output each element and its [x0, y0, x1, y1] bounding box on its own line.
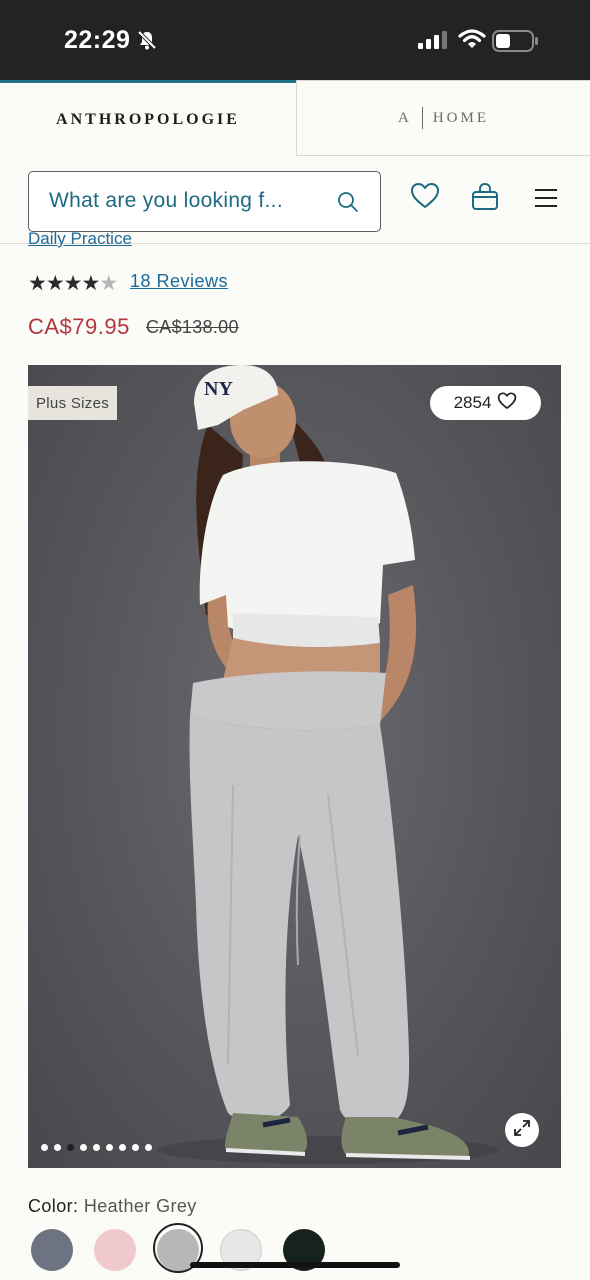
heart-icon — [497, 391, 517, 415]
color-label: Color: Heather Grey — [28, 1196, 197, 1217]
carousel-dot[interactable] — [132, 1144, 139, 1151]
tab-anthropologie[interactable]: ANTHROPOLOGIE — [0, 80, 296, 156]
carousel-dot[interactable] — [119, 1144, 126, 1151]
carousel-dot[interactable] — [80, 1144, 87, 1151]
favorite-count-button[interactable]: 2854 — [430, 386, 541, 420]
carousel-dots[interactable] — [41, 1144, 152, 1151]
wifi-icon — [458, 28, 486, 55]
carousel-dot[interactable] — [67, 1144, 74, 1151]
tab-divider — [421, 107, 423, 129]
status-time: 22:29 — [64, 26, 131, 54]
color-label-prefix: Color: — [28, 1196, 79, 1216]
original-price: CA$138.00 — [146, 317, 239, 337]
heart-icon[interactable] — [410, 182, 440, 215]
bag-icon[interactable] — [470, 182, 500, 217]
star-icon: ★ — [81, 272, 100, 295]
battery-icon — [492, 30, 540, 57]
header-toolbar: What are you looking f... — [0, 156, 590, 244]
menu-icon[interactable] — [533, 188, 559, 213]
star-icon: ★ — [28, 272, 47, 295]
svg-text:NY: NY — [204, 378, 233, 400]
color-swatch[interactable] — [31, 1229, 73, 1271]
search-icon[interactable] — [336, 190, 360, 219]
status-bar: 22:29 — [0, 0, 590, 80]
star-empty-icon: ★ — [99, 272, 118, 295]
expand-icon — [513, 1119, 531, 1142]
tab-a-label: A — [397, 109, 412, 126]
brand-link[interactable]: Daily Practice — [28, 232, 132, 248]
carousel-dot[interactable] — [41, 1144, 48, 1151]
brand-tabs: ANTHROPOLOGIE A HOME — [0, 80, 590, 156]
sale-price: CA$79.95 — [28, 314, 130, 339]
carousel-dot[interactable] — [54, 1144, 61, 1151]
star-icon: ★ — [45, 272, 65, 295]
selected-color-name: Heather Grey — [83, 1196, 197, 1216]
bell-muted-icon — [136, 29, 158, 56]
carousel-dot[interactable] — [93, 1144, 100, 1151]
tab-a-home[interactable]: A HOME — [296, 80, 590, 156]
product-image[interactable]: NY Plus Sizes 2854 — [28, 365, 561, 1168]
carousel-dot[interactable] — [145, 1144, 152, 1151]
cellular-signal-icon — [418, 30, 448, 55]
star-rating: ★★★★★ — [28, 271, 118, 296]
color-swatch[interactable] — [94, 1229, 136, 1271]
search-placeholder: What are you looking f... — [49, 189, 283, 212]
home-indicator — [190, 1262, 400, 1268]
carousel-dot[interactable] — [106, 1144, 113, 1151]
expand-image-button[interactable] — [505, 1113, 539, 1147]
favorite-count: 2854 — [453, 393, 492, 412]
tab-home-label: HOME — [432, 109, 489, 126]
model-photo: NY — [158, 365, 498, 1164]
tab-anthropologie-label: ANTHROPOLOGIE — [56, 110, 240, 128]
star-icon: ★ — [63, 272, 83, 295]
plus-sizes-badge: Plus Sizes — [28, 386, 118, 420]
reviews-link[interactable]: 18 Reviews — [130, 271, 228, 292]
search-input[interactable]: What are you looking f... — [28, 171, 381, 232]
product-page: 22:29 ANTHROPOLOGIE A HOME What are you … — [0, 0, 590, 1280]
